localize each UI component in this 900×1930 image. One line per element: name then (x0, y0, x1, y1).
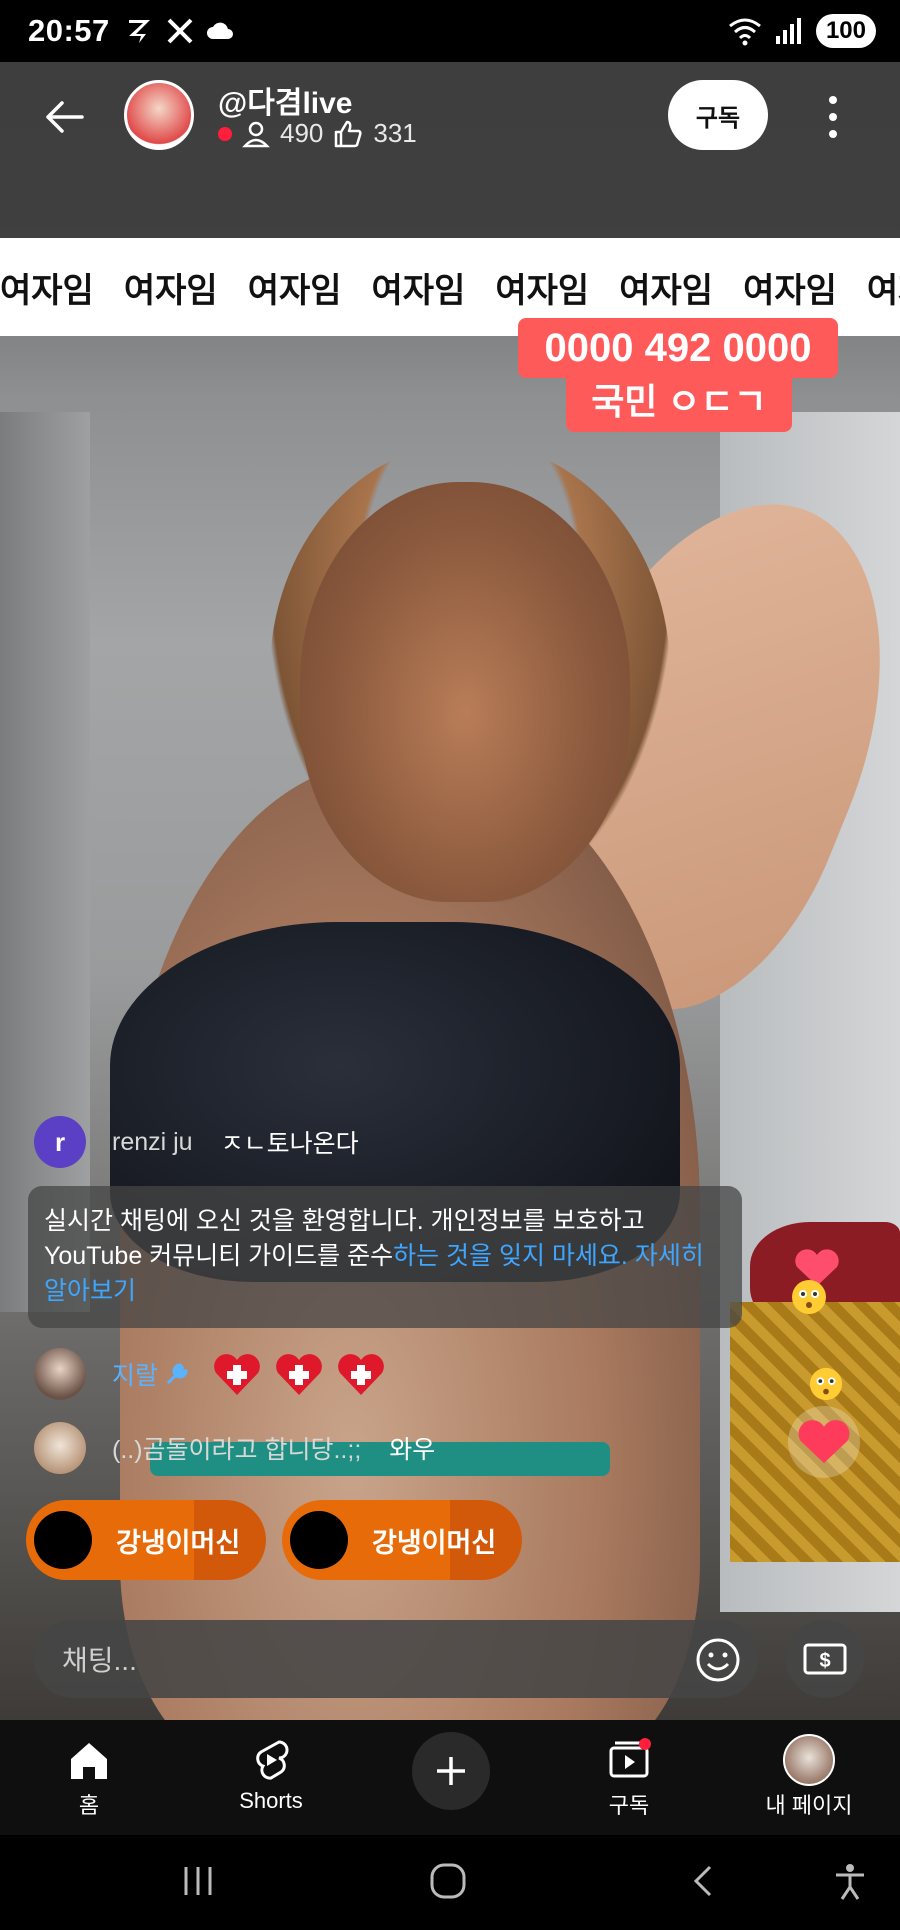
chat-text: ㅈㄴ토나온다 (220, 1130, 359, 1158)
chat-avatar: r (34, 1116, 86, 1168)
overlay-nat-label: 국민 ㅇㄷㄱ (566, 372, 792, 432)
x-app-icon (167, 18, 193, 44)
status-time: 20:57 (28, 13, 110, 48)
marquee-word: 여자임 (247, 271, 342, 310)
nav-shorts-label: Shorts (239, 1788, 303, 1813)
marquee-word: 여자임 (0, 271, 94, 310)
profile-icon (783, 1734, 835, 1786)
accessibility-button[interactable] (830, 1861, 870, 1906)
nav-shorts[interactable]: Shorts (196, 1732, 346, 1814)
membership-pill[interactable]: 강냉이머신 (26, 1500, 266, 1580)
nav-profile[interactable]: 내 페이지 (734, 1732, 884, 1820)
create-button[interactable] (412, 1732, 490, 1810)
marquee-word: 여자임 (866, 271, 900, 310)
signal-icon (775, 18, 801, 44)
home-circle-icon (430, 1863, 466, 1899)
chat-message[interactable]: r renzi ju ㅈㄴ토나온다 (34, 1116, 359, 1168)
chat-author: renzi ju (112, 1127, 193, 1156)
wifi-icon (729, 18, 761, 46)
nav-profile-label: 내 페이지 (765, 1793, 853, 1818)
nav-home-label: 홈 (78, 1793, 100, 1818)
like-reaction-button[interactable] (788, 1406, 860, 1478)
back-system-button[interactable] (684, 1861, 724, 1906)
back-arrow-icon (46, 101, 84, 133)
chat-message[interactable]: 지랄 (34, 1348, 386, 1400)
chat-author: 지랄 (112, 1362, 159, 1390)
chat-message[interactable]: (..)곰돌이라고 합니당..;; 와우 (34, 1422, 435, 1474)
marquee-word: 여자임 (619, 271, 714, 310)
heart-cross-icon (338, 1354, 384, 1395)
marquee-word: 여자임 (495, 271, 590, 310)
channel-header: @다겸live 490 331 구독 (0, 62, 900, 238)
heart-cross-icon (276, 1354, 322, 1395)
battery-indicator: 100 (815, 14, 876, 48)
flushed-emoji-icon (790, 1278, 828, 1325)
back-button[interactable] (40, 92, 90, 142)
chat-avatar (34, 1422, 86, 1474)
marquee-word: 여자임 (743, 271, 837, 310)
pill-avatar (290, 1511, 348, 1569)
back-chevron-icon (693, 1865, 712, 1897)
shorts-icon (256, 1740, 289, 1780)
z-app-icon (128, 20, 150, 43)
smiley-icon (696, 1638, 740, 1682)
heart-icon (798, 1420, 850, 1464)
chat-input-placeholder: 채팅... (62, 1645, 137, 1676)
home-icon (71, 1743, 107, 1779)
nav-subscriptions-label: 구독 (608, 1793, 650, 1818)
chat-avatar (34, 1348, 86, 1400)
heart-cross-icon (214, 1354, 260, 1395)
viewer-icon (242, 121, 270, 147)
nav-subscriptions[interactable]: 구독 (554, 1732, 704, 1820)
subscriptions-icon (609, 1738, 651, 1778)
flushed-emoji-icon (808, 1366, 844, 1411)
home-system-button[interactable] (428, 1861, 468, 1906)
emoji-button[interactable] (694, 1636, 742, 1684)
chat-author: (..)곰돌이라고 합니당..;; (112, 1436, 362, 1464)
cloud-icon (206, 22, 233, 39)
pill-label: 강냉이머신 (116, 1527, 241, 1558)
bottom-navigation: 홈 Shorts 구독 내 페이지 (0, 1720, 900, 1835)
recents-icon (184, 1867, 212, 1895)
pill-avatar (34, 1511, 92, 1569)
pill-label: 강냉이머신 (372, 1527, 497, 1558)
accessibility-icon (836, 1864, 864, 1900)
plus-icon (437, 1757, 465, 1785)
live-indicator (218, 126, 232, 141)
channel-name[interactable]: @다겸live (218, 78, 353, 122)
membership-pill[interactable]: 강냉이머신 (282, 1500, 522, 1580)
chat-input[interactable]: 채팅... (34, 1620, 758, 1698)
thumbs-up-icon (335, 120, 362, 147)
super-chat-button[interactable]: $ (786, 1620, 864, 1698)
status-bar: 20:57 100 (0, 0, 900, 62)
chat-text: 와우 (389, 1436, 436, 1464)
marquee-word: 여자임 (371, 271, 466, 310)
nav-home[interactable]: 홈 (14, 1732, 164, 1820)
wrench-icon (166, 1363, 188, 1385)
channel-avatar[interactable] (124, 80, 194, 150)
svg-text:$: $ (819, 1650, 830, 1672)
like-count: 331 (373, 118, 417, 148)
channel-stats: 490 331 (218, 118, 417, 149)
recents-button[interactable] (178, 1861, 218, 1906)
chat-welcome-notice: 실시간 채팅에 오신 것을 환영합니다. 개인정보를 보호하고 YouTube … (28, 1186, 742, 1328)
subscribe-button[interactable]: 구독 (668, 80, 768, 150)
system-navigation (0, 1835, 900, 1930)
marquee-word: 여자임 (123, 271, 218, 310)
more-options-button[interactable] (818, 92, 848, 142)
dollar-icon: $ (803, 1643, 847, 1675)
overlay-phone-label: 0000 492 0000 (518, 318, 838, 378)
viewer-count: 490 (280, 118, 324, 148)
